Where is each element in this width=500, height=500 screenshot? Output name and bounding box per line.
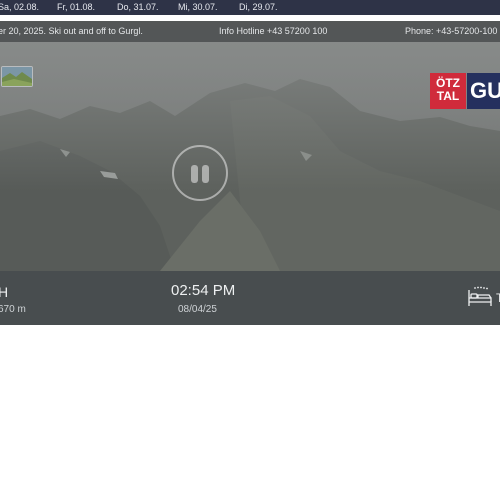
- hotline-text: Info Hotline +43 57200 100: [219, 26, 328, 36]
- date-tab[interactable]: Fr, 01.08.: [57, 0, 95, 15]
- logo-line-2: TAL: [436, 89, 460, 103]
- truncated-label: T: [496, 291, 500, 305]
- bottom-info-bar: H 670 m 02:54 PM 08/04/25 T: [0, 271, 500, 325]
- bed-icon[interactable]: [467, 286, 493, 308]
- date-tab[interactable]: Do, 31.07.: [117, 0, 159, 15]
- elevation-value: 670 m: [0, 304, 26, 315]
- otztal-logo-mark: ÖTZ TAL: [430, 73, 466, 109]
- date-bar: Sa, 02.08. Fr, 01.08. Do, 31.07. Mi, 30.…: [0, 0, 500, 15]
- date-tab[interactable]: Sa, 02.08.: [0, 0, 39, 15]
- location-label: H: [0, 284, 9, 300]
- gurgl-logo-text: GU: [467, 73, 500, 109]
- pause-icon-bar: [202, 165, 209, 183]
- landscape-thumbnail-icon: [2, 67, 32, 86]
- pause-icon: [191, 165, 198, 183]
- news-ticker[interactable]: er 20, 2025. Ski out and off to Gurgl.: [0, 21, 143, 42]
- date-tab[interactable]: Di, 29.07.: [239, 0, 278, 15]
- date-tab[interactable]: Mi, 30.07.: [178, 0, 218, 15]
- pause-button[interactable]: [172, 145, 228, 201]
- info-bar: er 20, 2025. Ski out and off to Gurgl. I…: [0, 21, 500, 42]
- thumbnail-preview[interactable]: [1, 66, 33, 87]
- phone-text: Phone: +43-57200-100: [405, 26, 498, 36]
- webcam-viewer[interactable]: er 20, 2025. Ski out and off to Gurgl. I…: [0, 21, 500, 325]
- otztal-gurgl-logo[interactable]: ÖTZ TAL GU: [430, 73, 500, 109]
- capture-time: 02:54 PM: [171, 282, 236, 299]
- capture-date: 08/04/25: [178, 304, 217, 315]
